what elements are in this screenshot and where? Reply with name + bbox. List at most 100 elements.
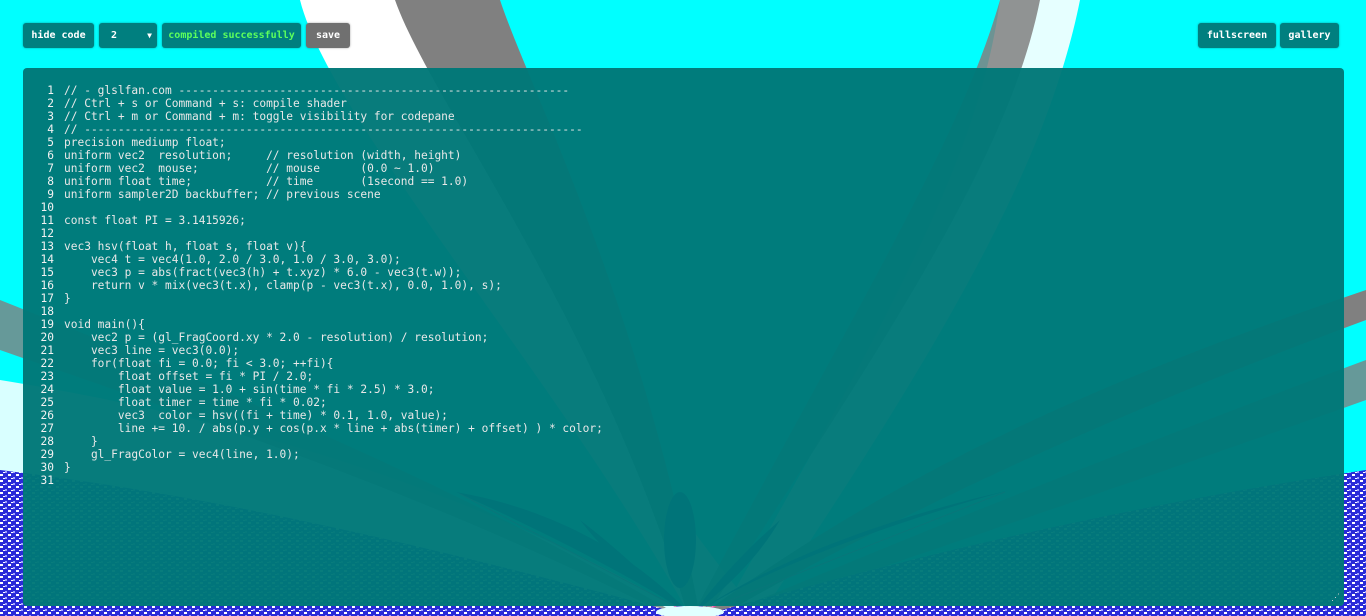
gallery-button[interactable]: gallery [1280, 23, 1339, 48]
line-text: vec3 hsv(float h, float s, float v){ [64, 240, 307, 253]
compile-status: compiled successfully [162, 23, 301, 48]
mode-select-value: 2 [111, 30, 118, 41]
line-text: float value = 1.0 + sin(time * fi * 2.5)… [64, 383, 435, 396]
line-number: 9 [47, 188, 54, 201]
code-line[interactable]: 31 [23, 474, 54, 487]
code-line[interactable]: 24 float value = 1.0 + sin(time * fi * 2… [23, 383, 435, 396]
line-number: 30 [40, 461, 54, 474]
line-number: 10 [40, 201, 54, 214]
line-number: 17 [40, 292, 54, 305]
code-line[interactable]: 11 const float PI = 3.1415926; [23, 214, 246, 227]
code-line[interactable]: 25 float timer = time * fi * 0.02; [23, 396, 327, 409]
line-text: const float PI = 3.1415926; [64, 214, 246, 227]
code-line[interactable]: 6 uniform vec2 resolution; // resolution … [23, 149, 461, 162]
line-text: float offset = fi * PI / 2.0; [64, 370, 314, 383]
line-text: line += 10. / abs(p.y + cos(p.x * line +… [64, 422, 603, 435]
line-text: for(float fi = 0.0; fi < 3.0; ++fi){ [64, 357, 334, 370]
code-line[interactable]: 8 uniform float time; // time (1second ==… [23, 175, 468, 188]
fullscreen-button[interactable]: fullscreen [1198, 23, 1276, 48]
code-lines: 1 // - glslfan.com ----------------------… [23, 84, 603, 487]
compile-status-text: compiled successfully [168, 30, 295, 41]
code-line[interactable]: 17} [23, 292, 71, 305]
hide-code-button[interactable]: hide code [23, 23, 94, 48]
line-number: 31 [40, 474, 54, 487]
line-text: uniform float time; // time (1second == … [64, 175, 469, 188]
line-text: // - glslfan.com -----------------------… [64, 84, 570, 97]
line-text: gl_FragColor = vec4(line, 1.0); [64, 448, 300, 461]
code-line[interactable]: 5 precision mediump float; [23, 136, 225, 149]
line-number: 21 [40, 344, 54, 357]
code-line[interactable]: 20 vec2 p = (gl_FragCoord.xy * 2.0 - res… [23, 331, 489, 344]
code-line[interactable]: 19 void main(){ [23, 318, 145, 331]
code-line[interactable]: 16 return v * mix(vec3(t.x), clamp(p - v… [23, 279, 502, 292]
line-number: 11 [40, 214, 54, 227]
line-text: } [64, 461, 71, 474]
line-number: 27 [40, 422, 54, 435]
line-number: 23 [40, 370, 54, 383]
hide-code-label: hide code [31, 30, 86, 41]
shader-stage: hide code 2 ▼ compiled successfully save… [0, 0, 1366, 616]
mode-select[interactable]: 2 ▼ [99, 23, 157, 48]
code-line[interactable]: 2 // Ctrl + s or Command + s: compile sha… [23, 97, 347, 110]
line-number: 2 [47, 97, 54, 110]
code-line[interactable]: 30} [23, 461, 71, 474]
line-number: 12 [40, 227, 54, 240]
line-number: 8 [47, 175, 54, 188]
code-line[interactable]: 7 uniform vec2 mouse; // mouse (0.0 ~ 1.0… [23, 162, 434, 175]
line-number: 4 [47, 123, 54, 136]
save-label: save [315, 30, 341, 41]
code-line[interactable]: 12 [23, 227, 54, 240]
line-number: 19 [40, 318, 54, 331]
code-line[interactable]: 13 vec3 hsv(float h, float s, float v){ [23, 240, 307, 253]
line-text: uniform vec2 mouse; // mouse (0.0 ~ 1.0) [64, 162, 435, 175]
line-number: 7 [47, 162, 54, 175]
line-text: } [64, 435, 98, 448]
code-line[interactable]: 3 // Ctrl + m or Command + m: toggle visi… [23, 110, 454, 123]
line-number: 13 [40, 240, 54, 253]
line-number: 5 [47, 136, 54, 149]
chevron-down-icon: ▼ [147, 31, 152, 40]
line-text: } [64, 292, 71, 305]
code-line[interactable]: 10 [23, 201, 54, 214]
code-line[interactable]: 9 uniform sampler2D backbuffer; // previo… [23, 188, 380, 201]
code-line[interactable]: 23 float offset = fi * PI / 2.0; [23, 370, 314, 383]
line-number: 3 [47, 110, 54, 123]
save-button[interactable]: save [306, 23, 350, 48]
gallery-label: gallery [1288, 30, 1331, 41]
code-line[interactable]: 1 // - glslfan.com ----------------------… [23, 84, 569, 97]
line-number: 18 [40, 305, 54, 318]
line-number: 28 [40, 435, 54, 448]
code-line[interactable]: 4 // ------------------------------------… [23, 123, 582, 136]
code-line[interactable]: 28 } [23, 435, 98, 448]
line-number: 6 [47, 149, 54, 162]
line-number: 22 [40, 357, 54, 370]
line-text: float timer = time * fi * 0.02; [64, 396, 327, 409]
line-text: // Ctrl + m or Command + m: toggle visib… [64, 110, 455, 123]
line-number: 24 [40, 383, 54, 396]
line-text: // Ctrl + s or Command + s: compile shad… [64, 97, 347, 110]
line-text: void main(){ [64, 318, 145, 331]
line-text: vec4 t = vec4(1.0, 2.0 / 3.0, 1.0 / 3.0,… [64, 253, 401, 266]
fullscreen-label: fullscreen [1206, 30, 1268, 41]
line-number: 25 [40, 396, 54, 409]
code-line[interactable]: 21 vec3 line = vec3(0.0); [23, 344, 240, 357]
line-number: 14 [40, 253, 54, 266]
line-number: 1 [47, 84, 54, 97]
code-line[interactable]: 14 vec4 t = vec4(1.0, 2.0 / 3.0, 1.0 / 3… [23, 253, 401, 266]
code-line[interactable]: 27 line += 10. / abs(p.y + cos(p.x * lin… [23, 422, 603, 435]
line-number: 15 [40, 266, 54, 279]
resize-grip-icon[interactable]: ⋰ [1331, 594, 1340, 603]
line-text: uniform vec2 resolution; // resolution (… [64, 149, 462, 162]
code-line[interactable]: 26 vec3 color = hsv((fi + time) * 0.1, 1… [23, 409, 448, 422]
code-line[interactable]: 18 [23, 305, 54, 318]
line-text: // -------------------------------------… [64, 123, 583, 136]
code-editor[interactable]: 1 // - glslfan.com ----------------------… [23, 68, 1344, 606]
code-line[interactable]: 22 for(float fi = 0.0; fi < 3.0; ++fi){ [23, 357, 334, 370]
code-line[interactable]: 29 gl_FragColor = vec4(line, 1.0); [23, 448, 300, 461]
line-text: vec2 p = (gl_FragCoord.xy * 2.0 - resolu… [64, 331, 489, 344]
line-number: 26 [40, 409, 54, 422]
line-number: 20 [40, 331, 54, 344]
code-line[interactable]: 15 vec3 p = abs(fract(vec3(h) + t.xyz) *… [23, 266, 462, 279]
line-number: 16 [40, 279, 54, 292]
line-text: vec3 color = hsv((fi + time) * 0.1, 1.0,… [64, 409, 448, 422]
